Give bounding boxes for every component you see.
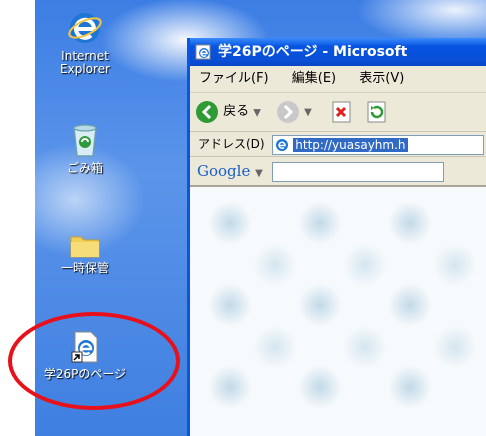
address-url: http://yuasayhm.h [293,137,408,152]
address-label: アドレス(D) [198,137,265,151]
menu-bar: ファイル(F) 編集(E) 表示(V) [190,66,486,93]
refresh-icon [367,101,386,122]
google-dropdown-icon[interactable]: ▼ [255,168,263,179]
page-icon [195,44,211,60]
window-title: 学26Pのページ - Microsoft [218,44,408,60]
recycle-bin-icon [73,124,97,157]
folder-icon [70,236,100,258]
address-page-icon [276,139,289,151]
google-toolbar: Google ▼ [190,157,486,187]
highlight-ring [8,312,180,410]
toolbar: 戻る ▼ ▼ [190,93,486,132]
back-button[interactable]: 戻る ▼ [195,98,261,126]
internet-explorer-label-line1: Internet [61,49,109,63]
forward-button[interactable]: ▼ [276,98,312,126]
refresh-button[interactable] [365,98,389,126]
menu-edit[interactable]: 編集(E) [292,71,336,86]
forward-arrow-icon [277,100,299,123]
google-brand: Google [197,162,251,180]
internet-explorer-label-line2: Explorer [60,62,110,76]
folder-label: 一時保管 [60,261,109,275]
page-content [190,187,486,436]
browser-window[interactable]: 学26Pのページ - Microsoft ファイル(F) 編集(E) 表示(V)… [187,38,486,436]
desktop-icon-internet-explorer[interactable]: Internet Explorer [35,10,135,76]
desktop-icon-folder[interactable]: 一時保管 [35,232,135,275]
google-search-input[interactable] [271,161,444,182]
google-logo[interactable]: Google [197,162,255,180]
recycle-bin-label: ごみ箱 [66,161,103,175]
menu-view[interactable]: 表示(V) [359,71,404,86]
stop-button[interactable] [330,98,354,126]
menu-file[interactable]: ファイル(F) [199,71,269,86]
address-input[interactable]: http://yuasayhm.h [272,134,485,155]
internet-explorer-icon [68,13,102,43]
forward-dropdown-icon[interactable]: ▼ [304,107,312,118]
desktop-icon-recycle-bin[interactable]: ごみ箱 [35,122,135,175]
back-label: 戻る [223,104,250,119]
address-bar: アドレス(D) http://yuasayhm.h [190,132,486,157]
back-arrow-icon [196,101,218,123]
title-bar[interactable]: 学26Pのページ - Microsoft [190,38,486,66]
back-dropdown-icon[interactable]: ▼ [253,108,261,119]
stop-icon [332,101,351,122]
